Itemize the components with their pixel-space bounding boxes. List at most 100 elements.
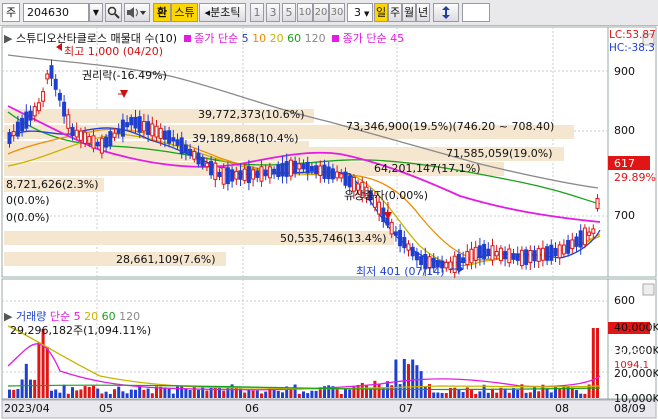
volume-bar — [549, 392, 553, 398]
candle — [41, 91, 46, 102]
candle — [154, 125, 159, 138]
volume-bar — [37, 342, 41, 398]
speaker-button[interactable] — [124, 3, 150, 22]
candle — [410, 246, 415, 257]
vp-label-4: 71,585,059(19.0%) — [446, 147, 553, 160]
volume-bar — [432, 392, 436, 398]
volume-bar — [58, 392, 62, 398]
volume-bar — [134, 389, 137, 398]
volume-bar — [398, 384, 402, 398]
candle — [545, 246, 550, 261]
candle — [15, 121, 20, 137]
custom-period-select[interactable]: 3 ▼ — [347, 3, 373, 22]
candle — [549, 244, 554, 261]
price-tick-900: 900 — [614, 65, 635, 78]
minute-20-button[interactable]: 20 — [313, 3, 329, 22]
minute-3-button[interactable]: 3 — [266, 3, 280, 22]
candle — [494, 250, 499, 257]
code-dropdown-button[interactable]: ▼ — [89, 3, 103, 22]
volume-bar — [516, 389, 520, 398]
rights-annotation: 권리락(-16.49%) — [82, 69, 167, 82]
volume-bar — [436, 392, 440, 398]
vp-label-2: 73,346,900(19.5%)(746.20 ~ 708.40) — [346, 120, 555, 133]
period-tick-label: 분초틱 — [210, 6, 241, 19]
x-label-may: 05 — [99, 402, 113, 415]
minute-10-button[interactable]: 10 — [297, 3, 313, 22]
candle — [217, 171, 222, 178]
week-button[interactable]: 주 — [388, 3, 402, 22]
minute-5-button[interactable]: 5 — [282, 3, 296, 22]
minute-30-button[interactable]: 30 — [329, 3, 345, 22]
candle — [7, 132, 12, 144]
candle — [272, 168, 277, 175]
custom-period-value: 3 — [354, 6, 361, 19]
volume-bar — [415, 365, 419, 398]
candle — [158, 127, 163, 139]
search-button[interactable] — [105, 3, 122, 22]
candle — [120, 119, 125, 137]
count-input[interactable] — [462, 3, 490, 22]
market-label: 주 — [5, 6, 17, 19]
candle — [213, 162, 218, 180]
candle — [305, 161, 310, 174]
candle — [477, 245, 482, 259]
candle — [301, 163, 306, 170]
vp-label-6: 8,721,626(2.3%) — [6, 178, 99, 191]
year-button[interactable]: 년 — [416, 3, 430, 22]
exchange-button[interactable]: 환 — [153, 3, 171, 22]
minute-1-label: 1 — [253, 6, 261, 19]
market-select[interactable]: 주 — [2, 3, 20, 22]
volume-bar — [87, 386, 91, 398]
ma120-legend: 120 — [304, 32, 326, 45]
period-tick-button[interactable]: ◂분초틱 — [199, 3, 246, 22]
volume-bar — [394, 359, 398, 398]
stock-code-input[interactable]: 204630 — [23, 3, 89, 22]
volume-bar — [495, 392, 499, 398]
minute-1-button[interactable]: 1 — [250, 3, 264, 22]
volume-bar — [12, 389, 16, 398]
candle — [146, 121, 151, 135]
candle — [255, 170, 260, 178]
x-label-june: 06 — [245, 402, 259, 415]
volume-bar — [591, 328, 595, 398]
volume-bar — [474, 393, 478, 398]
volume-bar — [554, 386, 557, 398]
candle — [448, 261, 453, 271]
volume-bar — [163, 387, 167, 398]
last-volume-value: 29,297 — [612, 348, 647, 359]
candle — [326, 166, 331, 180]
candle — [524, 249, 529, 265]
candle — [288, 159, 293, 177]
stock-chart-svg[interactable] — [0, 26, 658, 419]
volume-panel-collapse-button[interactable] — [642, 283, 655, 296]
candle — [11, 130, 16, 137]
candle — [32, 106, 37, 117]
volume-bar — [54, 389, 58, 398]
candle — [238, 170, 243, 180]
volume-bar — [45, 346, 49, 398]
volume-bar — [66, 393, 70, 398]
exchange-label: 환 — [156, 6, 168, 19]
volume-bar — [129, 389, 133, 398]
month-button[interactable]: 월 — [402, 3, 416, 22]
chart-area[interactable]: ▶ 스튜디오산타클로스 매물대 수(10) 종가 단순 5 10 20 60 1… — [0, 26, 658, 419]
candle — [393, 231, 398, 236]
candle — [196, 152, 201, 165]
volume-bar — [251, 390, 255, 398]
candle — [503, 250, 508, 260]
last-volume-ratio: 1094.1 — [614, 360, 649, 371]
candle — [486, 248, 491, 256]
volume-bar — [302, 391, 305, 398]
day-button[interactable]: 일 — [374, 3, 388, 22]
paid-in-annotation: 유상증자(0.00%) — [344, 189, 429, 202]
last-price-value: 617 — [614, 157, 635, 170]
candle — [141, 121, 146, 132]
volume-bar — [528, 392, 532, 398]
stock-name-button[interactable]: 스튜 — [171, 3, 198, 22]
volume-bar — [348, 389, 352, 398]
scroll-updown-button[interactable] — [433, 3, 459, 22]
volume-bar — [180, 385, 184, 398]
volume-bar — [524, 392, 528, 398]
price-panel-toggle-icon[interactable]: ▶ — [4, 32, 12, 45]
candle — [540, 247, 545, 261]
